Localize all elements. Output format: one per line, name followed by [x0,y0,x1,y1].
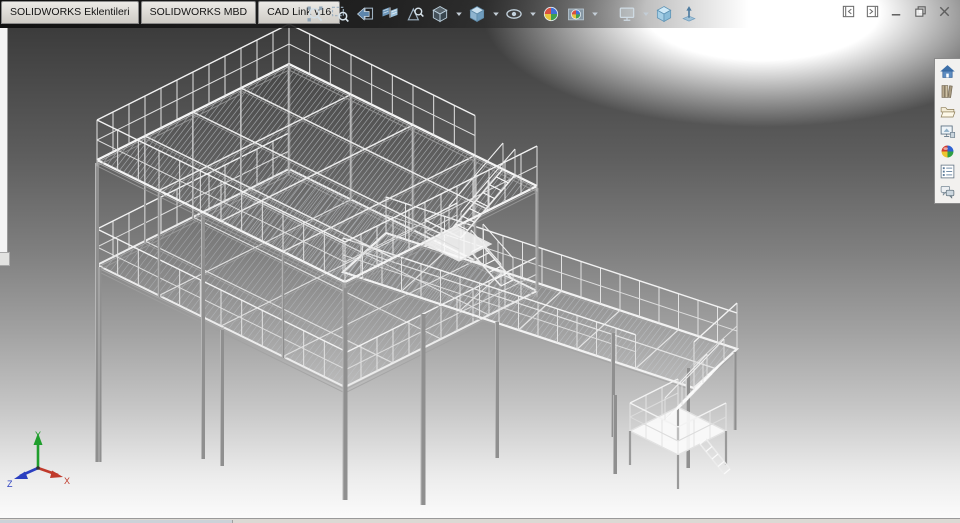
3d-model-wireframe[interactable] [0,0,960,523]
hide-show-items-icon [504,4,524,24]
window-controls [841,4,952,19]
view-settings-icon [617,4,637,24]
collapse-right-icon [865,4,880,19]
triad-x-arrowhead [50,470,63,478]
custom-properties-tab[interactable] [935,161,959,181]
minimize-icon [889,4,904,19]
display-style-icon [467,4,487,24]
hide-show-items-button[interactable] [503,3,525,25]
dropdown-caret[interactable] [528,3,537,25]
annotation-view-button[interactable] [404,3,426,25]
dropdown-caret[interactable] [491,3,500,25]
design-library-tab[interactable] [935,81,959,101]
section-view-icon [380,4,400,24]
featuremanager-collapsed-edge[interactable] [0,28,8,264]
collapse-left-button[interactable] [841,4,856,19]
zoom-to-area-button[interactable] [329,3,351,25]
ribbon-tab-bar: SOLIDWORKS Eklentileri SOLIDWORKS MBD CA… [1,1,341,24]
minimize-button[interactable] [889,4,904,19]
edit-appearance-icon [541,4,561,24]
zoom-to-area-icon [330,4,350,24]
graphics-viewport[interactable] [0,0,960,523]
appearances-scenes-decals-icon [939,143,956,160]
apply-scene-icon [566,4,586,24]
display-style-button[interactable] [466,3,488,25]
rotate-view-button[interactable] [678,3,700,25]
collapse-left-icon [841,4,856,19]
file-explorer-tab[interactable] [935,101,959,121]
reference-triad: Y X Z [7,430,70,489]
solidworks-resources-icon [939,63,956,80]
view-orientation-button[interactable] [429,3,451,25]
annotation-view-icon [405,4,425,24]
appearances-scenes-decals-tab[interactable] [935,141,959,161]
view-cube-icon [654,4,674,24]
previous-view-icon [355,4,375,24]
edit-appearance-button[interactable] [540,3,562,25]
task-pane [934,58,960,204]
heads-up-view-toolbar [304,2,700,26]
restore-button[interactable] [913,4,928,19]
caret-icon [642,10,650,18]
view-cube-button[interactable] [653,3,675,25]
view-orientation-icon [430,4,450,24]
triad-x-label: X [64,476,70,486]
caret-icon [455,10,463,18]
view-settings-button[interactable] [616,3,638,25]
dropdown-caret[interactable] [454,3,463,25]
design-library-icon [939,83,956,100]
file-explorer-icon [939,103,956,120]
tab-solidworks-mbd[interactable]: SOLIDWORKS MBD [140,1,257,24]
triad-z-label: Z [7,479,13,489]
caret-icon [591,10,599,18]
caret-icon [492,10,500,18]
tab-solidworks-eklentileri[interactable]: SOLIDWORKS Eklentileri [1,1,139,24]
close-button[interactable] [937,4,952,19]
collapse-right-button[interactable] [865,4,880,19]
triad-y-label: Y [35,430,41,440]
zoom-to-fit-button[interactable] [304,3,326,25]
solidworks-forum-icon [939,183,956,200]
section-view-button[interactable] [379,3,401,25]
rotate-view-icon [679,4,699,24]
dropdown-caret[interactable] [590,3,599,25]
apply-scene-button[interactable] [565,3,587,25]
featuremanager-expand-handle[interactable] [0,252,10,266]
view-palette-tab[interactable] [935,121,959,141]
custom-properties-icon [939,163,956,180]
dropdown-caret[interactable] [641,3,650,25]
solidworks-resources-tab[interactable] [935,61,959,81]
triad-origin [36,466,40,470]
close-icon [937,4,952,19]
caret-icon [529,10,537,18]
solidworks-forum-tab[interactable] [935,181,959,201]
view-palette-icon [939,123,956,140]
previous-view-button[interactable] [354,3,376,25]
restore-icon [913,4,928,19]
zoom-to-fit-icon [305,4,325,24]
